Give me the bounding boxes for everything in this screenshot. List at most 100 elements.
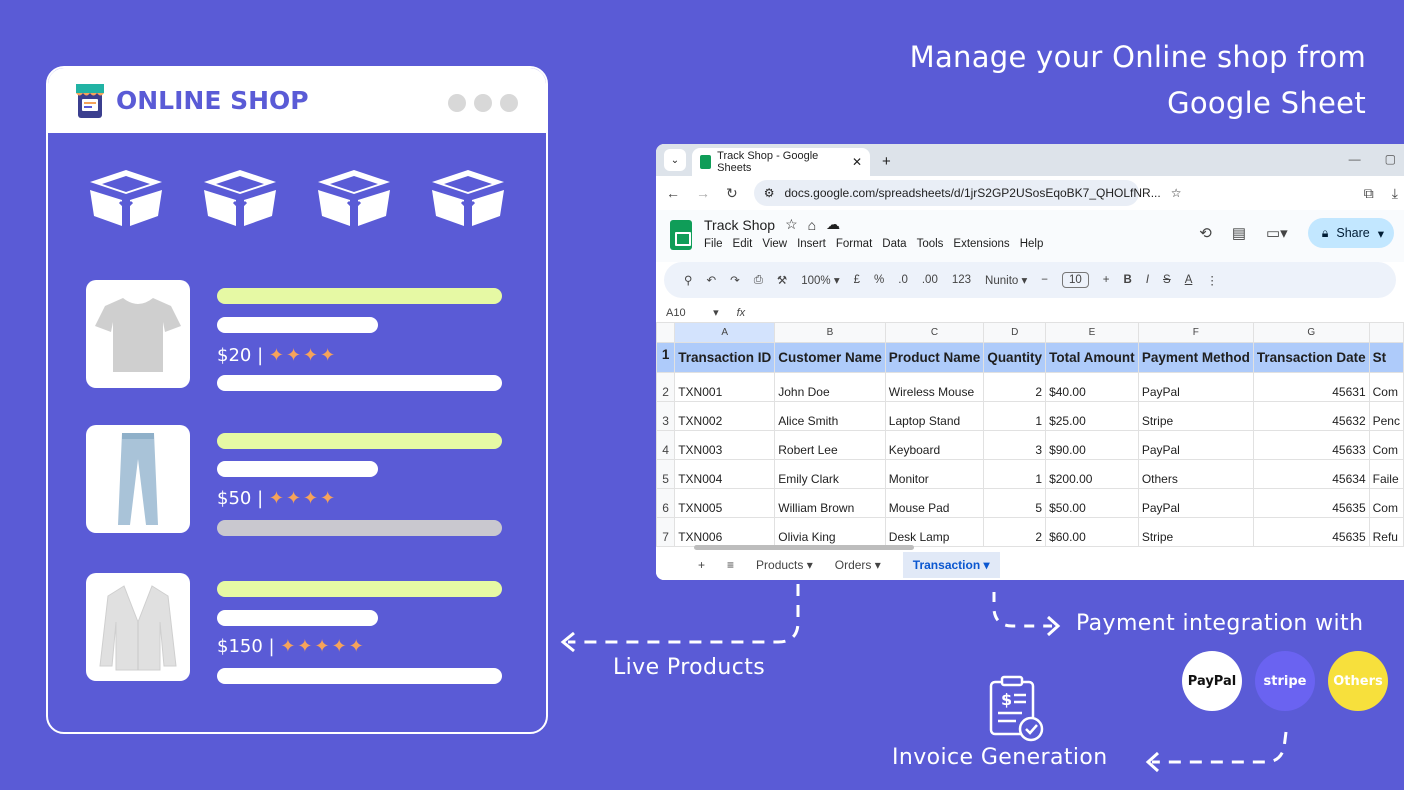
cell[interactable]: PayPal <box>1137 488 1254 518</box>
cell[interactable]: $90.00 <box>1045 430 1139 460</box>
currency-format-button[interactable]: £ <box>854 274 860 286</box>
menu-format[interactable]: Format <box>836 238 872 250</box>
cell[interactable]: TXN001 <box>674 372 776 402</box>
cell[interactable]: Faile <box>1368 459 1404 489</box>
menu-data[interactable]: Data <box>882 238 906 250</box>
bold-button[interactable]: B <box>1124 274 1132 286</box>
download-icon[interactable]: ⤓ <box>1392 185 1398 202</box>
star-icon[interactable]: ☆ <box>785 216 798 233</box>
cell[interactable]: John Doe <box>774 372 886 402</box>
cell[interactable]: Emily Clark <box>774 459 886 489</box>
sheets-logo-icon[interactable] <box>670 220 692 250</box>
back-icon[interactable]: ← <box>666 185 680 201</box>
cell[interactable]: $60.00 <box>1045 517 1139 547</box>
all-sheets-icon[interactable]: ≡ <box>727 558 734 572</box>
font-size-input[interactable]: 10 <box>1061 272 1089 288</box>
italic-button[interactable]: I <box>1146 274 1149 286</box>
forward-icon[interactable]: → <box>696 185 710 201</box>
cell[interactable]: 3 <box>983 430 1047 460</box>
doc-title[interactable]: Track Shop <box>704 217 775 233</box>
increase-font-size-icon[interactable]: + <box>1103 274 1110 286</box>
font-select[interactable]: Nunito ▾ <box>985 273 1027 287</box>
cell[interactable]: Laptop Stand <box>884 401 985 431</box>
cell[interactable]: TXN006 <box>674 517 776 547</box>
maximize-icon[interactable]: ▢ <box>1385 152 1396 166</box>
column-header[interactable]: B <box>774 322 886 343</box>
cell[interactable]: Wireless Mouse <box>884 372 985 402</box>
menu-insert[interactable]: Insert <box>797 238 826 250</box>
tab-close-icon[interactable]: ✕ <box>852 155 862 169</box>
cell[interactable]: 45631 <box>1252 372 1370 402</box>
header-cell[interactable]: Transaction Date <box>1252 342 1370 373</box>
cell[interactable]: $25.00 <box>1045 401 1139 431</box>
move-folder-icon[interactable]: ⌂ <box>808 217 816 233</box>
cell[interactable]: $200.00 <box>1045 459 1139 489</box>
cell[interactable]: William Brown <box>774 488 886 518</box>
row-number[interactable]: 7 <box>656 517 676 547</box>
zoom-select[interactable]: 100% ▾ <box>801 273 839 287</box>
text-color-button[interactable]: A <box>1185 274 1193 286</box>
new-tab-button[interactable]: + <box>882 153 891 170</box>
percent-format-button[interactable]: % <box>874 274 884 286</box>
product-card[interactable]: $150 | ✦✦✦✦✦ <box>86 573 506 684</box>
menu-extensions[interactable]: Extensions <box>953 238 1009 250</box>
cell[interactable]: 45635 <box>1252 517 1370 547</box>
spreadsheet-grid[interactable]: A B C D E F G 1 Transaction ID Customer … <box>656 322 1404 547</box>
product-card[interactable]: $50 | ✦✦✦✦ <box>86 425 506 536</box>
cell[interactable]: Penc <box>1368 401 1404 431</box>
cell[interactable]: Robert Lee <box>774 430 886 460</box>
bookmark-star-icon[interactable]: ☆ <box>1171 186 1182 200</box>
corner-cell[interactable] <box>656 322 676 343</box>
cell[interactable]: 1 <box>983 401 1047 431</box>
minimize-icon[interactable]: — <box>1349 152 1361 166</box>
more-options-icon[interactable]: ⋮ <box>1206 273 1218 287</box>
sheet-tab-transaction[interactable]: Transaction ▾ <box>902 552 1000 578</box>
menu-view[interactable]: View <box>762 238 787 250</box>
cell[interactable]: Mouse Pad <box>884 488 985 518</box>
strikethrough-button[interactable]: S <box>1163 274 1171 286</box>
meet-icon[interactable]: ▭▾ <box>1266 224 1288 242</box>
cell[interactable]: 1 <box>983 459 1047 489</box>
column-header[interactable]: A <box>674 322 776 343</box>
cell[interactable]: 45635 <box>1252 488 1370 518</box>
cell[interactable]: $50.00 <box>1045 488 1139 518</box>
cell[interactable]: Com <box>1368 430 1404 460</box>
cell[interactable]: PayPal <box>1137 430 1254 460</box>
column-header[interactable]: E <box>1045 322 1139 343</box>
column-header[interactable]: C <box>884 322 985 343</box>
menu-tools[interactable]: Tools <box>917 238 944 250</box>
header-cell[interactable]: Customer Name <box>774 342 886 373</box>
cell[interactable]: 45633 <box>1252 430 1370 460</box>
search-menus-icon[interactable]: ⚲ <box>684 273 692 287</box>
cell[interactable]: Stripe <box>1137 517 1254 547</box>
more-formats-button[interactable]: 123 <box>952 274 971 286</box>
header-cell[interactable]: St <box>1368 342 1404 373</box>
row-number[interactable]: 1 <box>656 342 676 373</box>
add-sheet-icon[interactable]: + <box>698 558 705 572</box>
sheet-tab-products[interactable]: Products ▾ <box>756 558 813 572</box>
cell[interactable]: Refu <box>1368 517 1404 547</box>
row-number[interactable]: 3 <box>656 401 676 431</box>
cell[interactable]: TXN003 <box>674 430 776 460</box>
print-icon[interactable]: ⎙ <box>754 274 763 287</box>
version-history-icon[interactable]: ⟲ <box>1199 224 1212 242</box>
comments-icon[interactable]: ▤ <box>1232 224 1246 242</box>
decrease-decimal-button[interactable]: .0 <box>898 274 908 286</box>
column-header[interactable]: D <box>983 322 1047 343</box>
extensions-icon[interactable]: ⧉ <box>1364 185 1374 202</box>
cell[interactable]: Stripe <box>1137 401 1254 431</box>
header-cell[interactable]: Transaction ID <box>674 342 776 373</box>
undo-icon[interactable]: ↶ <box>706 273 716 287</box>
row-number[interactable]: 2 <box>656 372 676 402</box>
header-cell[interactable]: Total Amount <box>1045 342 1139 373</box>
site-info-icon[interactable]: ⚙ <box>764 186 775 200</box>
column-header[interactable]: F <box>1137 322 1254 343</box>
row-number[interactable]: 6 <box>656 488 676 518</box>
cell[interactable]: $40.00 <box>1045 372 1139 402</box>
column-header[interactable]: G <box>1252 322 1370 343</box>
name-box[interactable]: A10 ▾ <box>666 306 719 319</box>
header-cell[interactable]: Quantity <box>983 342 1047 373</box>
cell[interactable]: Olivia King <box>774 517 886 547</box>
cell[interactable]: Monitor <box>884 459 985 489</box>
cell[interactable]: 45632 <box>1252 401 1370 431</box>
